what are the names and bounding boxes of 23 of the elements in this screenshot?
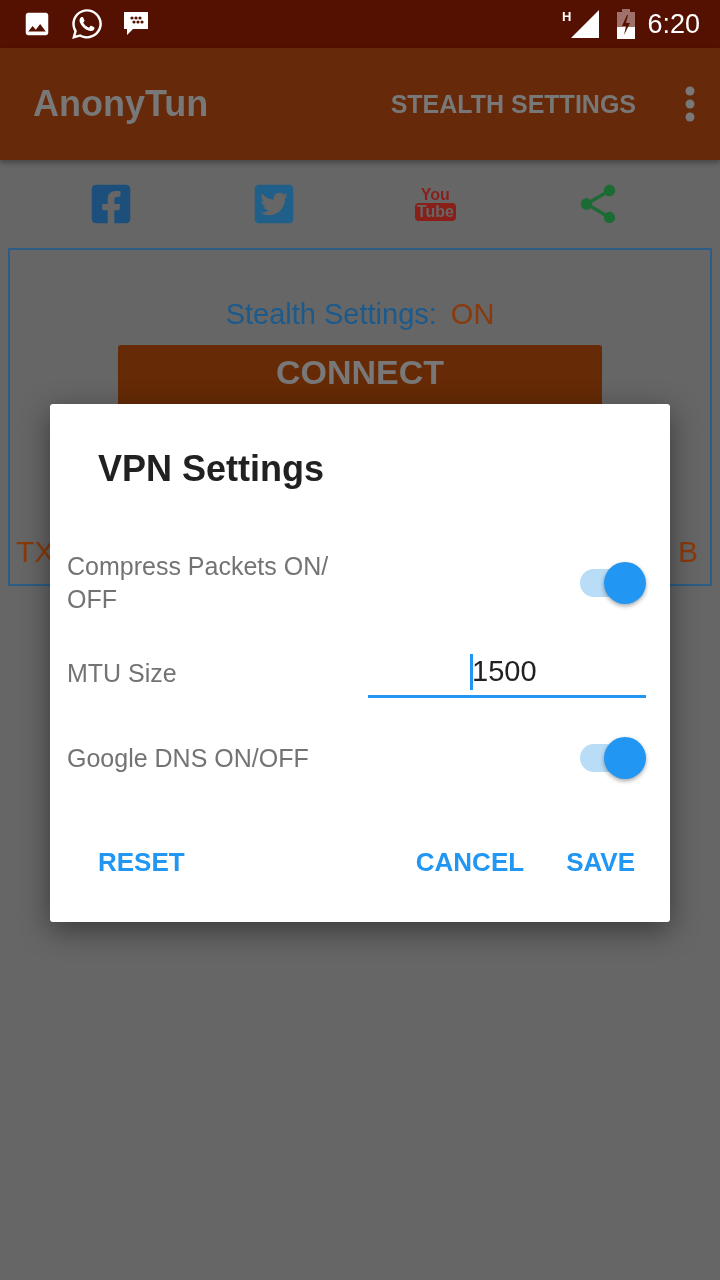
traffic-value: B	[678, 535, 698, 569]
clock-time: 6:20	[647, 8, 700, 40]
app-title: AnonyTun	[33, 83, 210, 125]
more-icon[interactable]	[684, 86, 696, 122]
setting-label: Compress Packets ON/ OFF	[67, 551, 329, 615]
battery-charging-icon	[617, 9, 636, 39]
dialog-button[interactable]: SAVE	[555, 839, 646, 886]
chat-bubble-icon	[122, 11, 150, 37]
toggle-switch[interactable]	[580, 562, 646, 604]
network-type: H	[562, 9, 572, 24]
toggle-switch[interactable]	[580, 737, 646, 779]
dialog-button[interactable]: CANCEL	[404, 839, 536, 886]
dialog-button[interactable]: RESET	[87, 839, 196, 886]
signal-icon	[571, 10, 600, 38]
stealth-value: ON	[450, 298, 495, 331]
stealth-settings-action[interactable]: STEALTH SETTINGS	[390, 89, 636, 119]
setting-label: MTU Size	[67, 657, 177, 689]
setting-label: Google DNS ON/OFF	[67, 742, 309, 774]
text-cursor	[470, 654, 473, 690]
dialog-title: VPN Settings	[98, 448, 326, 490]
stealth-label: Stealth Settings:	[225, 298, 437, 331]
phone-bubble-icon	[70, 7, 104, 41]
mtu-input-field[interactable]: 1500	[368, 648, 646, 698]
